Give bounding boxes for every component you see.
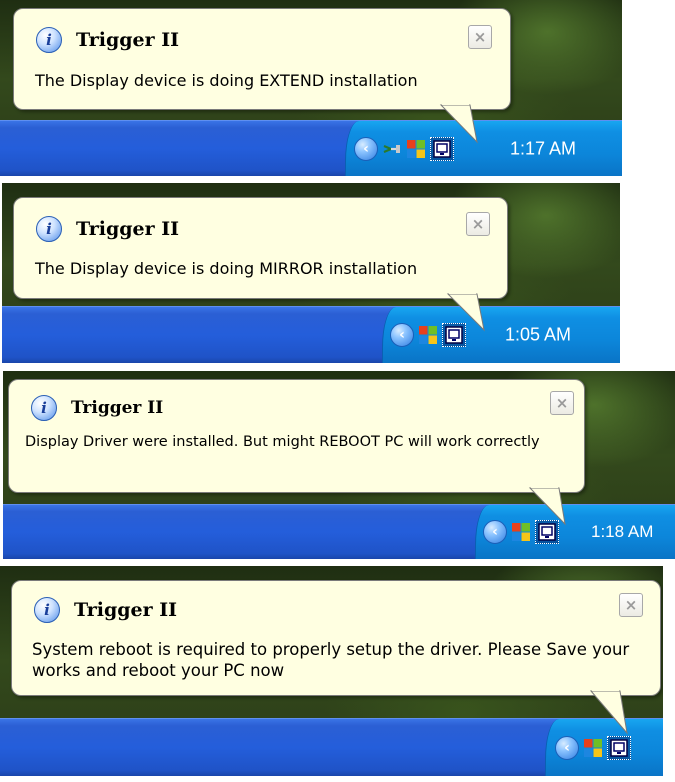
balloon-message: Display Driver were installed. But might… (25, 434, 540, 450)
balloon-title: Trigger II (74, 599, 178, 621)
info-icon: i (34, 597, 60, 623)
screenshot-panel-1: ‹ 1:17 AM i Trigger II The Display devic… (0, 0, 622, 176)
balloon-pointer (589, 689, 628, 735)
screenshot-panel-2: ‹ 1:05 AM i Trigger II The Display devic… (2, 183, 620, 363)
balloon-header: i Trigger II (31, 395, 163, 421)
info-icon: i (31, 395, 57, 421)
windows-security-icon[interactable] (511, 522, 531, 542)
show-hidden-icons-chevron-icon[interactable]: ‹ (390, 323, 414, 347)
screenshot-panel-4: ‹ i Trigger II System reboot is required… (0, 566, 663, 776)
clock[interactable]: 1:18 AM (591, 522, 653, 542)
info-icon: i (36, 216, 62, 242)
windows-security-icon[interactable] (418, 325, 438, 345)
balloon-title: Trigger II (76, 29, 180, 51)
balloon-message: The Display device is doing EXTEND insta… (35, 71, 418, 90)
taskbar: ‹ (0, 718, 663, 776)
balloon-message: The Display device is doing MIRROR insta… (35, 259, 418, 278)
display-device-icon[interactable] (607, 735, 631, 760)
balloon-title: Trigger II (71, 398, 164, 418)
balloon-header: i Trigger II (36, 27, 179, 53)
notification-balloon[interactable]: i Trigger II The Display device is doing… (13, 8, 511, 110)
screenshot-panel-3: ‹ 1:18 AM i Trigger II Display Driver we… (3, 371, 675, 559)
taskbar: ‹ 1:05 AM (2, 306, 620, 363)
close-button[interactable]: × (468, 25, 492, 49)
system-tray: ‹ 1:05 AM (382, 307, 620, 363)
notification-balloon[interactable]: i Trigger II The Display device is doing… (13, 197, 508, 299)
balloon-pointer (528, 486, 566, 526)
clock[interactable]: 1:17 AM (510, 138, 576, 159)
balloon-title: Trigger II (76, 218, 180, 240)
balloon-pointer (446, 292, 485, 332)
clock[interactable]: 1:05 AM (505, 325, 571, 346)
taskbar: ‹ 1:17 AM (0, 120, 622, 176)
balloon-header: i Trigger II (36, 216, 179, 242)
show-hidden-icons-chevron-icon[interactable]: ‹ (555, 735, 579, 760)
show-hidden-icons-chevron-icon[interactable]: ‹ (483, 520, 507, 544)
balloon-header: i Trigger II (34, 597, 177, 623)
tray-icons: ‹ (555, 735, 635, 760)
close-button[interactable]: × (550, 391, 574, 415)
windows-security-icon[interactable] (406, 139, 426, 159)
close-button[interactable]: × (619, 593, 643, 617)
info-icon: i (36, 27, 62, 53)
show-hidden-icons-chevron-icon[interactable]: ‹ (354, 136, 378, 161)
notification-balloon[interactable]: i Trigger II System reboot is required t… (11, 580, 661, 696)
windows-security-icon[interactable] (583, 738, 603, 758)
network-cable-icon[interactable] (382, 139, 402, 159)
close-button[interactable]: × (466, 212, 490, 236)
notification-balloon[interactable]: i Trigger II Display Driver were install… (8, 379, 585, 493)
balloon-message: System reboot is required to properly se… (32, 640, 630, 681)
balloon-pointer (439, 103, 478, 144)
